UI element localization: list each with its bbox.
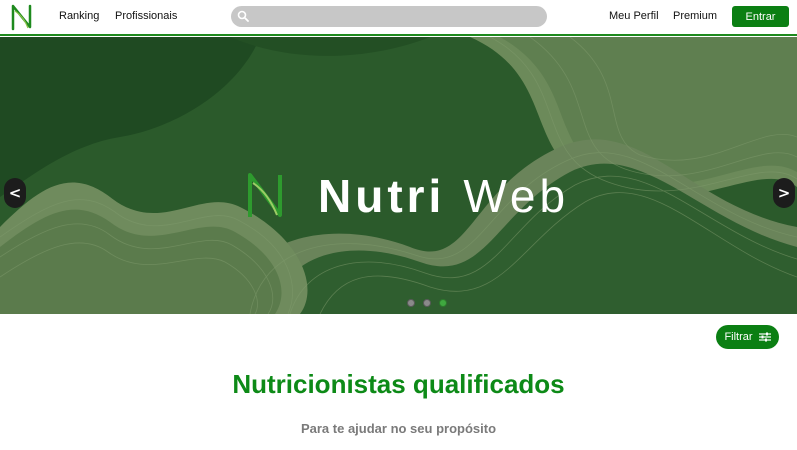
nav-link-profissionais[interactable]: Profissionais: [115, 10, 177, 22]
filter-button-label: Filtrar: [724, 331, 753, 343]
nutriweb-brand-logo-icon: [248, 173, 282, 217]
login-button[interactable]: Entrar: [732, 6, 789, 27]
carousel-dot[interactable]: [407, 299, 415, 307]
page-title: Nutricionistas qualificados: [232, 369, 565, 399]
search-icon: [237, 10, 249, 22]
carousel-dot[interactable]: [423, 299, 431, 307]
search-bar[interactable]: [231, 6, 547, 27]
brand-name-light: Web: [463, 170, 570, 222]
brand-name-bold: Nutri: [318, 170, 446, 222]
carousel-dot-active[interactable]: [439, 299, 447, 307]
hero-carousel: Nutri Web < >: [0, 37, 797, 314]
search-input[interactable]: [253, 6, 541, 27]
sliders-icon: [758, 332, 771, 342]
carousel-prev-button[interactable]: <: [4, 178, 26, 208]
carousel-next-button[interactable]: >: [773, 178, 795, 208]
nav-link-meu-perfil[interactable]: Meu Perfil: [609, 10, 659, 22]
nav-link-ranking[interactable]: Ranking: [59, 10, 99, 22]
top-navbar: Ranking Profissionais Meu Perfil Premium…: [0, 0, 797, 36]
nav-link-premium[interactable]: Premium: [673, 10, 717, 22]
page-subtitle: Para te ajudar no seu propósito: [300, 421, 497, 436]
carousel-indicators: [407, 299, 447, 307]
filter-button[interactable]: Filtrar: [716, 325, 779, 349]
nutriweb-logo-icon[interactable]: [10, 3, 34, 31]
hero-brand: Nutri Web: [246, 170, 569, 222]
